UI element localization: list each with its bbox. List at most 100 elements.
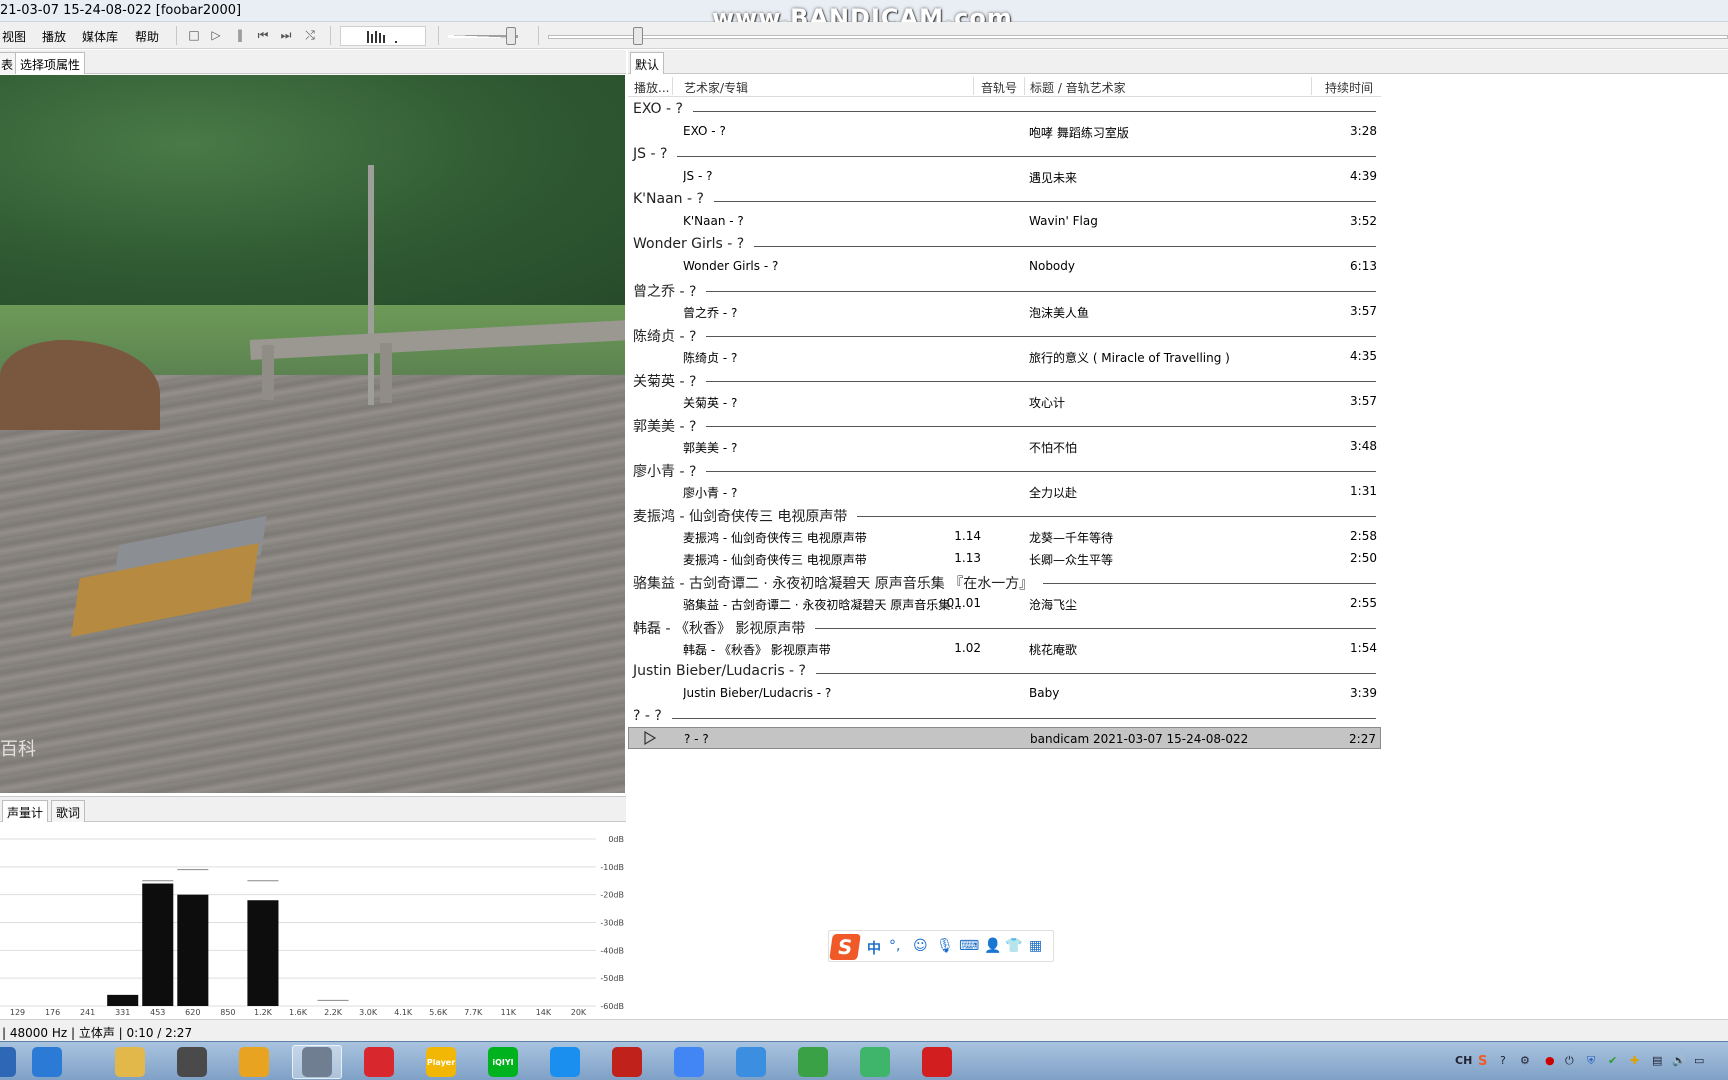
taskbar-app-youku[interactable] <box>540 1045 590 1079</box>
tray-shield-icon[interactable]: ⛨ <box>1587 1054 1595 1068</box>
playlist-row[interactable]: 郭美美 - ? 不怕不怕 3:48 <box>628 435 1381 457</box>
playlist-row[interactable]: 麦振鸿 - 仙剑奇侠传三 电视原声带 1.13 长卿—众生平等 2:50 <box>628 547 1381 569</box>
taskbar-app-netease-music[interactable] <box>354 1045 404 1079</box>
stop-icon[interactable]: □ <box>186 27 202 43</box>
seek-bar[interactable] <box>548 35 1728 39</box>
microphone-icon[interactable]: 🎙 <box>936 938 954 954</box>
group-header-label: Wonder Girls - ? <box>633 236 755 252</box>
ime-toolbar[interactable]: S 中 °, ☺ 🎙 ⌨ 👤 👕 ▦ <box>828 930 1054 962</box>
tray-display-icon[interactable]: ▭ <box>1694 1054 1704 1067</box>
playlist-row[interactable]: 韩磊 - 《秋香》 影视原声带 1.02 桃花庵歌 1:54 <box>628 637 1381 659</box>
taskbar-app-headphones[interactable] <box>229 1045 279 1079</box>
ime-punctuation-toggle[interactable]: °, <box>889 938 900 954</box>
ime-language-toggle[interactable]: 中 <box>867 938 881 958</box>
tab-lyrics[interactable]: 歌词 <box>51 800 86 822</box>
playlist-group-header[interactable]: 关菊英 - ? <box>628 367 1381 391</box>
taskbar-app-video-player[interactable] <box>850 1045 900 1079</box>
user-icon[interactable]: 👤 <box>984 938 1001 954</box>
playlist-group-header[interactable]: 骆集益 - 古剑奇谭二 · 永夜初晗凝碧天 原声音乐集 『在水一方』 <box>628 569 1381 593</box>
track-artist-album: 廖小青 - ? <box>683 486 738 500</box>
track-duration: 3:57 <box>1350 304 1377 318</box>
column-title-artist[interactable]: 标题 / 音轨艺术家 <box>1030 79 1126 96</box>
now-playing-icon <box>642 730 658 746</box>
spectrum-db-label: -40dB <box>600 946 624 955</box>
keyboard-icon[interactable]: ⌨ <box>959 938 979 954</box>
taskbar-app-search[interactable] <box>22 1045 72 1079</box>
playlist-row[interactable]: JS - ? 遇见未来 4:39 <box>628 165 1381 187</box>
start-button[interactable] <box>0 1045 18 1079</box>
taskbar-app-iqiyi[interactable]: iQIYI <box>478 1045 528 1079</box>
playlist-row[interactable]: 骆集益 - 古剑奇谭二 · 永夜初晗凝碧天 原声音乐集... 01.01 沧海飞尘 2… <box>628 592 1381 614</box>
title-bar: 21-03-07 15-24-08-022 [foobar2000] www.B… <box>0 0 1728 32</box>
emoji-icon[interactable]: ☺ <box>913 938 928 954</box>
playlist-group-header[interactable]: K'Naan - ? <box>628 187 1381 210</box>
tab-playlist-default[interactable]: 默认 <box>630 52 665 74</box>
playlist-group-header[interactable]: JS - ? <box>628 142 1381 165</box>
tray-record-icon[interactable]: ● <box>1545 1054 1555 1067</box>
group-header-label: 郭美美 - ? <box>633 416 707 436</box>
playlist-group-header[interactable]: Justin Bieber/Ludacris - ? <box>628 659 1381 682</box>
toolbox-grid-icon[interactable]: ▦ <box>1029 938 1042 954</box>
playlist-group-header[interactable]: 曾之乔 - ? <box>628 277 1381 301</box>
column-divider <box>973 77 974 95</box>
column-track-number[interactable]: 音轨号 <box>981 79 1017 96</box>
track-artist-album: JS - ? <box>683 169 713 183</box>
menu-playback[interactable]: 播放 <box>42 28 66 45</box>
menu-library[interactable]: 媒体库 <box>82 28 118 45</box>
playlist-row[interactable]: 麦振鸿 - 仙剑奇侠传三 电视原声带 1.14 龙葵—千年等待 2:58 <box>628 525 1381 547</box>
playlist-group-header[interactable]: 廖小青 - ? <box>628 457 1381 481</box>
playlist-row[interactable]: EXO - ? 咆哮 舞蹈练习室版 3:28 <box>628 120 1381 142</box>
play-icon[interactable]: ▷ <box>208 27 224 43</box>
tray-volume-icon[interactable]: 🔊 <box>1672 1054 1686 1067</box>
menu-view[interactable]: 视图 <box>2 28 26 45</box>
playlist-row[interactable]: Justin Bieber/Ludacris - ? Baby 3:39 <box>628 682 1381 704</box>
tray-plus-icon[interactable]: ✚ <box>1630 1054 1639 1067</box>
taskbar-app-foobar2000[interactable] <box>292 1045 342 1079</box>
tray-sogou-icon[interactable]: S <box>1478 1054 1487 1069</box>
taskbar-app-folder[interactable] <box>105 1045 155 1079</box>
tab-volume-meter[interactable]: 声量计 <box>2 800 49 822</box>
taskbar-app-recorder[interactable] <box>912 1045 962 1079</box>
tray-language[interactable]: CH <box>1455 1054 1472 1067</box>
tab-selection-properties[interactable]: 选择项属性 <box>15 52 86 74</box>
playlist-row[interactable]: 陈绮贞 - ? 旅行的意义 ( Miracle of Travelling ) 4:… <box>628 345 1381 367</box>
next-icon[interactable]: ⏭ <box>278 27 294 43</box>
taskbar-app-feishu[interactable] <box>726 1045 776 1079</box>
taskbar-app-player[interactable]: Player <box>416 1045 466 1079</box>
playlist-row[interactable]: K'Naan - ? Wavin' Flag 3:52 <box>628 210 1381 232</box>
previous-icon[interactable]: ⏮ <box>255 27 271 43</box>
taskbar-app-chrome[interactable] <box>664 1045 714 1079</box>
skin-shirt-icon[interactable]: 👕 <box>1005 938 1022 954</box>
volume-slider-handle[interactable] <box>506 27 516 45</box>
mini-visualization[interactable] <box>340 26 426 46</box>
menu-help[interactable]: 帮助 <box>135 28 159 45</box>
playlist-group-header[interactable]: ? - ? <box>628 704 1381 727</box>
playlist-group-header[interactable]: EXO - ? <box>628 97 1381 120</box>
taskbar-app-flash[interactable] <box>602 1045 652 1079</box>
sogou-logo-icon[interactable]: S <box>829 934 861 960</box>
random-icon[interactable]: ⤭ <box>302 27 318 43</box>
playlist-group-header[interactable]: 陈绮贞 - ? <box>628 322 1381 346</box>
column-artist-album[interactable]: 艺术家/专辑 <box>684 79 748 96</box>
playlist-row[interactable]: 关菊英 - ? 攻心计 3:57 <box>628 390 1381 412</box>
tray-help-icon[interactable]: ? <box>1500 1054 1506 1067</box>
playlist-group-header[interactable]: 郭美美 - ? <box>628 412 1381 436</box>
playlist-row[interactable]: Wonder Girls - ? Nobody 6:13 <box>628 255 1381 277</box>
tray-settings-icon[interactable]: ⚙ <box>1520 1054 1530 1067</box>
playlist: EXO - ? EXO - ? 咆哮 舞蹈练习室版 3:28 JS - ? JS - ? 遇… <box>628 97 1381 749</box>
column-duration[interactable]: 持续时间 <box>1325 79 1373 96</box>
tray-network-icon[interactable]: ▤ <box>1652 1054 1662 1067</box>
playlist-row[interactable]: 曾之乔 - ? 泡沫美人鱼 3:57 <box>628 300 1381 322</box>
pause-icon[interactable]: ‖ <box>232 27 248 43</box>
tray-power-icon[interactable]: ⏻ <box>1565 1054 1574 1068</box>
taskbar-app-video-editor[interactable] <box>167 1045 217 1079</box>
column-playing[interactable]: 播放... <box>634 79 669 96</box>
playlist-row[interactable]: 廖小青 - ? 全力以赴 1:31 <box>628 480 1381 502</box>
seek-bar-handle[interactable] <box>633 27 643 45</box>
playlist-row-now-playing[interactable]: ? - ? bandicam 2021-03-07 15-24-08-022 2:2… <box>628 727 1381 749</box>
playlist-group-header[interactable]: 麦振鸿 - 仙剑奇侠传三 电视原声带 <box>628 502 1381 526</box>
taskbar-app-sync[interactable] <box>788 1045 838 1079</box>
playlist-group-header[interactable]: Wonder Girls - ? <box>628 232 1381 255</box>
tray-check-icon[interactable]: ✔ <box>1608 1054 1617 1067</box>
playlist-group-header[interactable]: 韩磊 - 《秋香》 影视原声带 <box>628 614 1381 638</box>
